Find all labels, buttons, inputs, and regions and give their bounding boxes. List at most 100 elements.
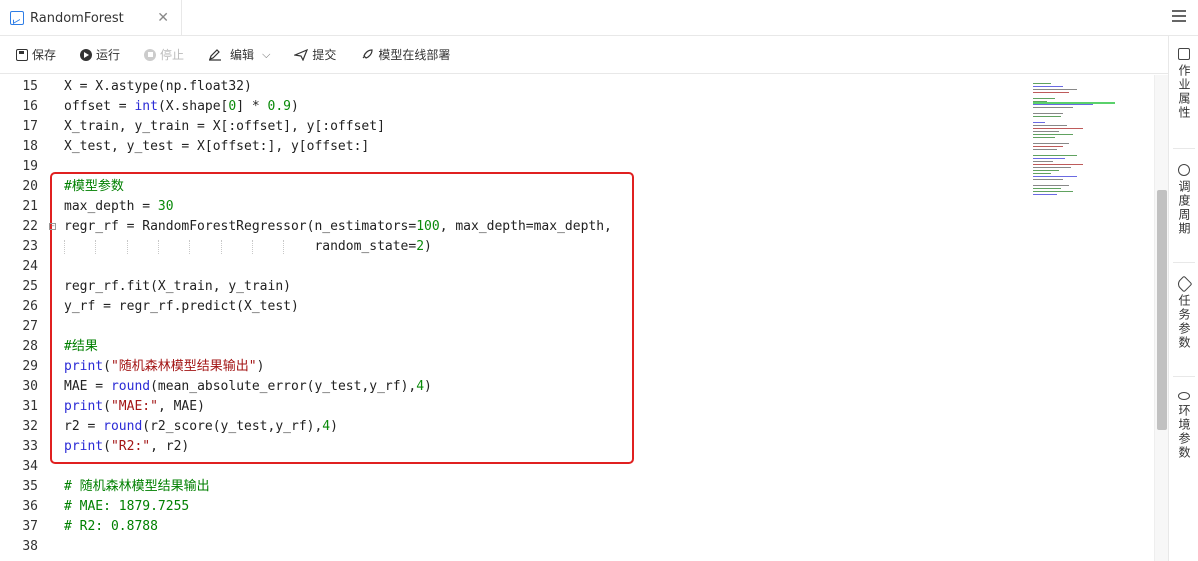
code-token: ( (103, 439, 111, 454)
code-token: (mean_absolute_error(y_test,y_rf), (150, 379, 417, 394)
minimap-line (1033, 107, 1073, 108)
minimap-line (1033, 122, 1045, 123)
vertical-scrollbar[interactable] (1154, 75, 1168, 561)
code-text: max_depth = 30 (64, 197, 174, 217)
tag-icon (1175, 275, 1193, 293)
code-token: 4 (322, 419, 331, 434)
code-text: y_rf = regr_rf.predict(X_test) (64, 297, 299, 317)
clock-icon (1178, 164, 1190, 176)
code-token: y_rf = regr_rf.predict(X_test) (64, 299, 299, 314)
code-token: (r2_score(y_test,y_rf), (142, 419, 323, 434)
minimap-line (1033, 131, 1059, 132)
minimap-line (1033, 113, 1063, 114)
minimap-line (1033, 149, 1057, 150)
deploy-button[interactable]: 模型在线部署 (360, 46, 450, 63)
code-token: #模型参数 (64, 179, 124, 194)
line-number: 30 (22, 379, 38, 394)
toolbar: 保存 运行 停止 编辑 ⌵ 提交 模型在线部署 (0, 36, 1168, 74)
close-icon[interactable]: ✕ (157, 10, 169, 26)
submit-button[interactable]: 提交 (294, 46, 336, 63)
minimap-line (1033, 179, 1063, 180)
chevron-down-icon: ⌵ (262, 47, 271, 61)
minimap-line (1033, 170, 1059, 171)
scrollbar-thumb[interactable] (1157, 190, 1167, 430)
save-icon (16, 48, 28, 61)
play-icon (80, 48, 93, 61)
code-text: X_train, y_train = X[:offset], y[:offset… (64, 117, 385, 137)
line-number: 19 (22, 159, 38, 174)
code-text: random_state=2) (64, 237, 431, 257)
code-text: X = X.astype(np.float32) (64, 77, 252, 97)
code-token: ) (256, 359, 265, 374)
code-text: X_test, y_test = X[offset:], y[offset:] (64, 137, 369, 157)
run-button[interactable]: 运行 (80, 46, 120, 63)
code-text: print("MAE:", MAE) (64, 397, 205, 417)
code-token: MAE = (64, 379, 111, 394)
code-token: round (103, 419, 143, 434)
minimap-line (1033, 146, 1063, 147)
code-text: regr_rf.fit(X_train, y_train) (64, 277, 291, 297)
sidebar-item-label: 任务参数 (1177, 294, 1191, 350)
code-token: offset = (64, 99, 135, 114)
line-number: 18 (22, 139, 38, 154)
sidebar-item-job-properties[interactable]: 作业属性 (1169, 48, 1198, 120)
minimap-line (1033, 155, 1077, 156)
rocket-icon (362, 48, 374, 59)
minimap-line (1033, 137, 1055, 138)
deploy-label: 模型在线部署 (378, 48, 451, 62)
stop-icon (144, 48, 157, 61)
line-number: 29 (22, 359, 38, 374)
code-editor[interactable]: 15 X = X.astype(np.float32) 16 offset = int… (0, 75, 1168, 561)
code-token: max_depth = (64, 199, 158, 214)
minimap-line (1033, 104, 1093, 105)
sidebar-item-schedule[interactable]: 调度周期 (1169, 164, 1198, 236)
minimap-line (1033, 173, 1051, 174)
menu-icon[interactable] (1172, 10, 1186, 24)
minimap-line (1033, 161, 1053, 162)
code-token: ) (330, 419, 338, 434)
minimap-line (1033, 101, 1047, 102)
fold-toggle-icon[interactable]: − (49, 223, 56, 230)
line-number: 33 (22, 439, 38, 454)
code-token: 4 (416, 379, 425, 394)
code-token: int (134, 99, 158, 114)
line-number: 22 (22, 219, 38, 234)
line-number: 27 (22, 319, 38, 334)
line-number: 15 (22, 79, 38, 94)
send-icon (294, 48, 309, 61)
code-token: 100 (416, 219, 440, 234)
notebook-icon (10, 11, 24, 25)
code-text: print("随机森林模型结果输出") (64, 357, 264, 377)
submit-label: 提交 (312, 48, 337, 62)
document-icon (1178, 48, 1190, 60)
minimap-line (1033, 89, 1077, 90)
code-text: offset = int(X.shape[0] * 0.9) (64, 97, 299, 117)
save-button[interactable]: 保存 (16, 46, 56, 63)
minimap-line (1033, 188, 1061, 189)
save-label: 保存 (32, 48, 57, 62)
line-number: 32 (22, 419, 38, 434)
stop-button[interactable]: 停止 (144, 46, 184, 63)
code-token: (X.shape[ (157, 99, 229, 114)
code-token: ) (424, 379, 432, 394)
line-number: 36 (22, 499, 38, 514)
code-token: ( (103, 399, 111, 414)
edit-dropdown[interactable]: 编辑 ⌵ (208, 46, 270, 63)
minimap[interactable] (1033, 83, 1123, 203)
line-number: 24 (22, 259, 38, 274)
code-token: , MAE) (157, 399, 205, 414)
minimap-line (1033, 116, 1061, 117)
minimap-line (1033, 191, 1073, 192)
sidebar-item-env-params[interactable]: 环境参数 (1169, 392, 1198, 460)
code-text: #模型参数 (64, 177, 124, 197)
line-number: 34 (22, 459, 38, 474)
code-token: regr_rf.fit(X_train, y_train) (64, 279, 291, 294)
code-token: 2 (416, 239, 425, 254)
code-token: #结果 (64, 339, 98, 354)
tab-bar: RandomForest ✕ (0, 0, 1198, 36)
tab-randomforest[interactable]: RandomForest ✕ (0, 0, 182, 36)
sidebar-item-task-params[interactable]: 任务参数 (1169, 275, 1198, 350)
sidebar-item-label: 调度周期 (1177, 180, 1191, 236)
line-number: 31 (22, 399, 38, 414)
code-token: random_state= (64, 239, 417, 254)
